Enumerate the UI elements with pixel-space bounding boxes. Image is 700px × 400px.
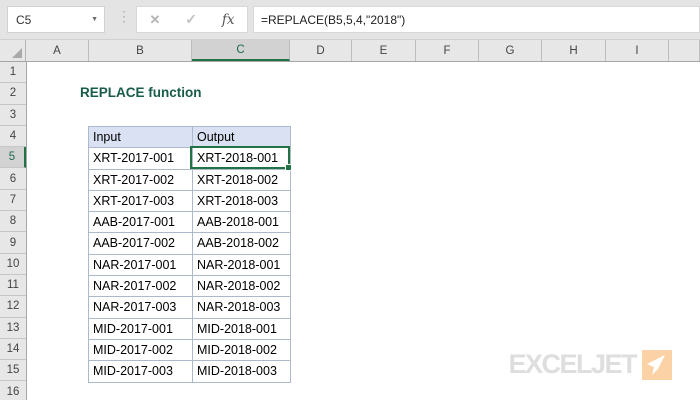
row-header-8[interactable]: 8 — [0, 211, 26, 232]
row-header-11[interactable]: 11 — [0, 275, 26, 296]
table-cell[interactable]: XRT-2018-001 — [193, 148, 291, 169]
row-header-9[interactable]: 9 — [0, 232, 26, 253]
table-cell[interactable]: NAR-2017-001 — [89, 254, 193, 275]
data-table: InputOutputXRT-2017-001XRT-2018-001XRT-2… — [88, 126, 291, 383]
formula-bar-grip-icon: ⋮ — [117, 9, 131, 23]
formula-text: =REPLACE(B5,5,4,"2018") — [261, 13, 405, 27]
name-box[interactable]: C5 ▼ — [7, 6, 105, 33]
table-cell[interactable]: NAR-2018-002 — [193, 276, 291, 297]
table-row: NAR-2017-001NAR-2018-001 — [89, 254, 291, 275]
column-header-A[interactable]: A — [26, 40, 89, 61]
row-headers: 1234567891011121314151617 — [0, 62, 27, 400]
row-header-1[interactable]: 1 — [0, 62, 26, 83]
formula-bar-buttons: ✕ ✓ fx — [136, 6, 248, 33]
row-header-12[interactable]: 12 — [0, 296, 26, 317]
column-header-D[interactable]: D — [290, 40, 352, 61]
column-header-I[interactable]: I — [606, 40, 669, 61]
table-row: XRT-2017-002XRT-2018-002 — [89, 169, 291, 190]
table-cell[interactable]: AAB-2017-001 — [89, 212, 193, 233]
row-header-2[interactable]: 2 — [0, 83, 26, 104]
exceljet-logo-arrow-icon — [642, 350, 672, 380]
row-header-16[interactable]: 16 — [0, 381, 26, 400]
table-row: MID-2017-001MID-2018-001 — [89, 318, 291, 339]
table-cell[interactable]: MID-2018-002 — [193, 339, 291, 360]
table-row: AAB-2017-002AAB-2018-002 — [89, 233, 291, 254]
table-cell[interactable]: XRT-2017-001 — [89, 148, 193, 169]
formula-bar: C5 ▼ ⋮ ✕ ✓ fx =REPLACE(B5,5,4,"2018") — [0, 0, 700, 40]
row-header-5[interactable]: 5 — [0, 147, 26, 168]
table-header-row: InputOutput — [89, 127, 291, 148]
table-cell[interactable]: XRT-2017-002 — [89, 169, 193, 190]
table-cell[interactable]: MID-2017-002 — [89, 339, 193, 360]
formula-input[interactable]: =REPLACE(B5,5,4,"2018") — [253, 6, 700, 33]
table-cell[interactable]: MID-2017-001 — [89, 318, 193, 339]
column-header-G[interactable]: G — [479, 40, 542, 61]
row-header-4[interactable]: 4 — [0, 126, 26, 147]
table-row: MID-2017-002MID-2018-002 — [89, 339, 291, 360]
select-all-corner[interactable] — [0, 40, 26, 61]
active-cell-reference: C5 — [16, 13, 31, 27]
table-row: NAR-2017-003NAR-2018-003 — [89, 297, 291, 318]
table-row: XRT-2017-001XRT-2018-001 — [89, 148, 291, 169]
select-all-triangle-icon — [12, 48, 22, 58]
row-header-13[interactable]: 13 — [0, 318, 26, 339]
cancel-icon[interactable]: ✕ — [149, 12, 160, 28]
table-header-cell[interactable]: Output — [193, 127, 291, 148]
column-headers: ABCDEFGHI — [0, 40, 700, 62]
row-header-15[interactable]: 15 — [0, 360, 26, 381]
table-cell[interactable]: NAR-2018-001 — [193, 254, 291, 275]
fill-handle[interactable] — [285, 164, 292, 171]
table-cell[interactable]: NAR-2017-002 — [89, 276, 193, 297]
table-cell[interactable]: MID-2018-003 — [193, 361, 291, 382]
table-cell[interactable]: XRT-2018-002 — [193, 169, 291, 190]
table-cell[interactable]: MID-2017-003 — [89, 361, 193, 382]
enter-icon[interactable]: ✓ — [185, 11, 197, 28]
table-cell[interactable]: XRT-2017-003 — [89, 190, 193, 211]
worksheet-area: REPLACE function InputOutputXRT-2017-001… — [27, 62, 700, 400]
exceljet-logo: EXCELJET — [508, 349, 672, 380]
table-row: NAR-2017-002NAR-2018-002 — [89, 276, 291, 297]
row-header-7[interactable]: 7 — [0, 190, 26, 211]
sheet-title: REPLACE function — [80, 85, 202, 100]
row-header-6[interactable]: 6 — [0, 168, 26, 189]
column-header-E[interactable]: E — [352, 40, 416, 61]
table-row: MID-2017-003MID-2018-003 — [89, 361, 291, 382]
row-header-3[interactable]: 3 — [0, 105, 26, 126]
table-cell[interactable]: AAB-2017-002 — [89, 233, 193, 254]
column-header-B[interactable]: B — [89, 40, 192, 61]
row-header-10[interactable]: 10 — [0, 254, 26, 275]
column-header-partial[interactable] — [669, 40, 700, 61]
table-cell[interactable]: NAR-2017-003 — [89, 297, 193, 318]
table-cell[interactable]: AAB-2018-001 — [193, 212, 291, 233]
row-header-14[interactable]: 14 — [0, 339, 26, 360]
name-box-dropdown-icon[interactable]: ▼ — [91, 16, 98, 23]
column-header-C[interactable]: C — [192, 40, 290, 61]
column-header-F[interactable]: F — [416, 40, 479, 61]
insert-function-icon[interactable]: fx — [222, 12, 235, 28]
table-row: XRT-2017-003XRT-2018-003 — [89, 190, 291, 211]
table-cell[interactable]: AAB-2018-002 — [193, 233, 291, 254]
table-cell[interactable]: MID-2018-001 — [193, 318, 291, 339]
table-cell[interactable]: NAR-2018-003 — [193, 297, 291, 318]
table-row: AAB-2017-001AAB-2018-001 — [89, 212, 291, 233]
column-header-H[interactable]: H — [542, 40, 606, 61]
exceljet-logo-text: EXCELJET — [508, 349, 636, 380]
table-cell[interactable]: XRT-2018-003 — [193, 190, 291, 211]
excel-window: C5 ▼ ⋮ ✕ ✓ fx =REPLACE(B5,5,4,"2018") AB… — [0, 0, 700, 400]
table-header-cell[interactable]: Input — [89, 127, 193, 148]
